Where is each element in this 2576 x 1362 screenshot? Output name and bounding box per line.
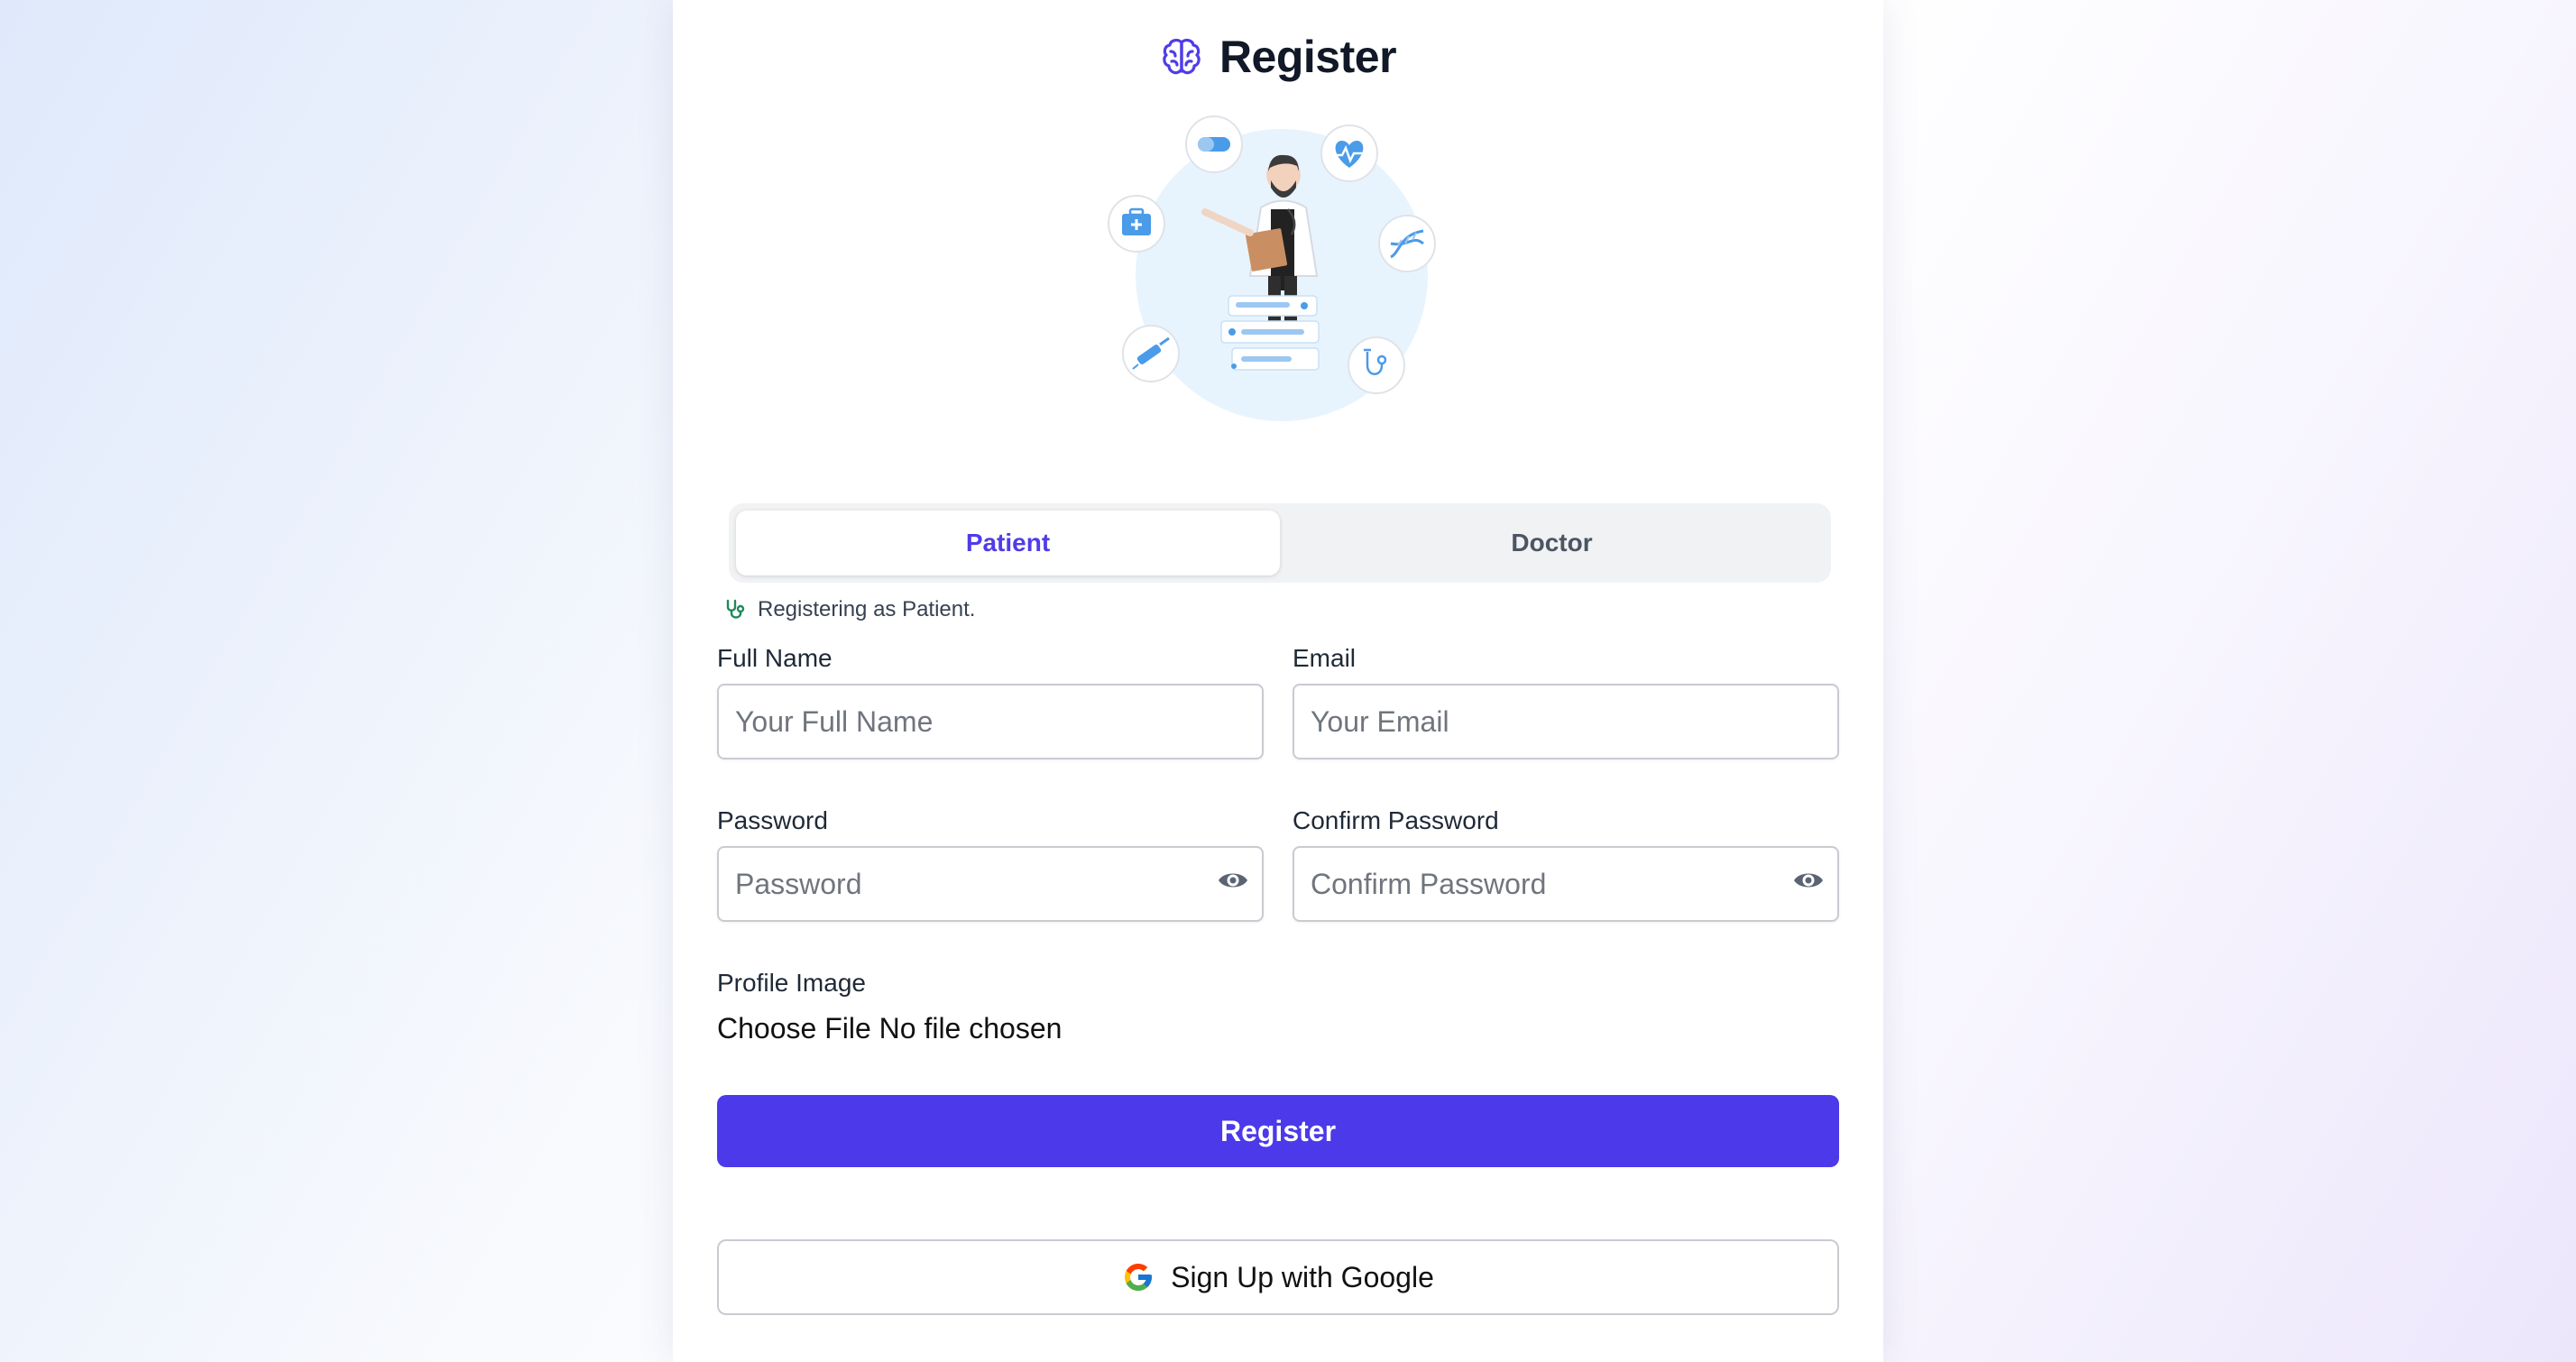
register-card: Register Patient Doctor Registering as P… xyxy=(673,0,1883,1362)
profile-image-label: Profile Image xyxy=(717,969,866,997)
file-status: No file chosen xyxy=(879,1012,1063,1045)
role-note: Registering as Patient. xyxy=(723,597,975,622)
page-header: Register xyxy=(673,31,1883,83)
stethoscope-illustration-icon xyxy=(1348,336,1405,394)
stethoscope-icon xyxy=(726,599,745,619)
info-cards xyxy=(1220,295,1320,371)
google-signup-button[interactable]: Sign Up with Google xyxy=(717,1239,1839,1315)
email-field xyxy=(1293,684,1839,759)
email-label: Email xyxy=(1293,644,1357,672)
heart-rate-icon xyxy=(1320,124,1378,182)
password-input[interactable] xyxy=(719,848,1262,920)
confirm-password-field xyxy=(1293,846,1839,922)
register-button[interactable]: Register xyxy=(717,1095,1839,1167)
tab-patient[interactable]: Patient xyxy=(736,511,1280,575)
email-input[interactable] xyxy=(1294,686,1837,758)
confirm-password-input[interactable] xyxy=(1294,848,1837,920)
brain-icon xyxy=(1163,39,1201,75)
confirm-password-label: Confirm Password xyxy=(1293,806,1499,834)
doctor-illustration xyxy=(1108,115,1436,421)
eye-icon[interactable] xyxy=(1217,864,1249,897)
profile-image-file-input: Choose File No file chosen xyxy=(717,1012,1062,1045)
page-title: Register xyxy=(1219,32,1397,82)
role-tabs: Patient Doctor xyxy=(729,503,1831,583)
syringe-icon xyxy=(1122,325,1180,382)
first-aid-kit-icon xyxy=(1108,195,1165,253)
full-name-label: Full Name xyxy=(717,644,833,672)
password-field xyxy=(717,846,1264,922)
role-note-text: Registering as Patient. xyxy=(758,597,976,621)
tab-doctor[interactable]: Doctor xyxy=(1280,511,1824,575)
eye-icon[interactable] xyxy=(1792,864,1825,897)
choose-file-button[interactable]: Choose File xyxy=(717,1012,871,1045)
dna-icon xyxy=(1378,215,1436,272)
google-icon xyxy=(1125,1264,1153,1291)
password-label: Password xyxy=(717,806,828,834)
full-name-input[interactable] xyxy=(719,686,1262,758)
pill-icon xyxy=(1185,115,1243,173)
google-button-label: Sign Up with Google xyxy=(1171,1260,1434,1293)
full-name-field xyxy=(717,684,1264,759)
